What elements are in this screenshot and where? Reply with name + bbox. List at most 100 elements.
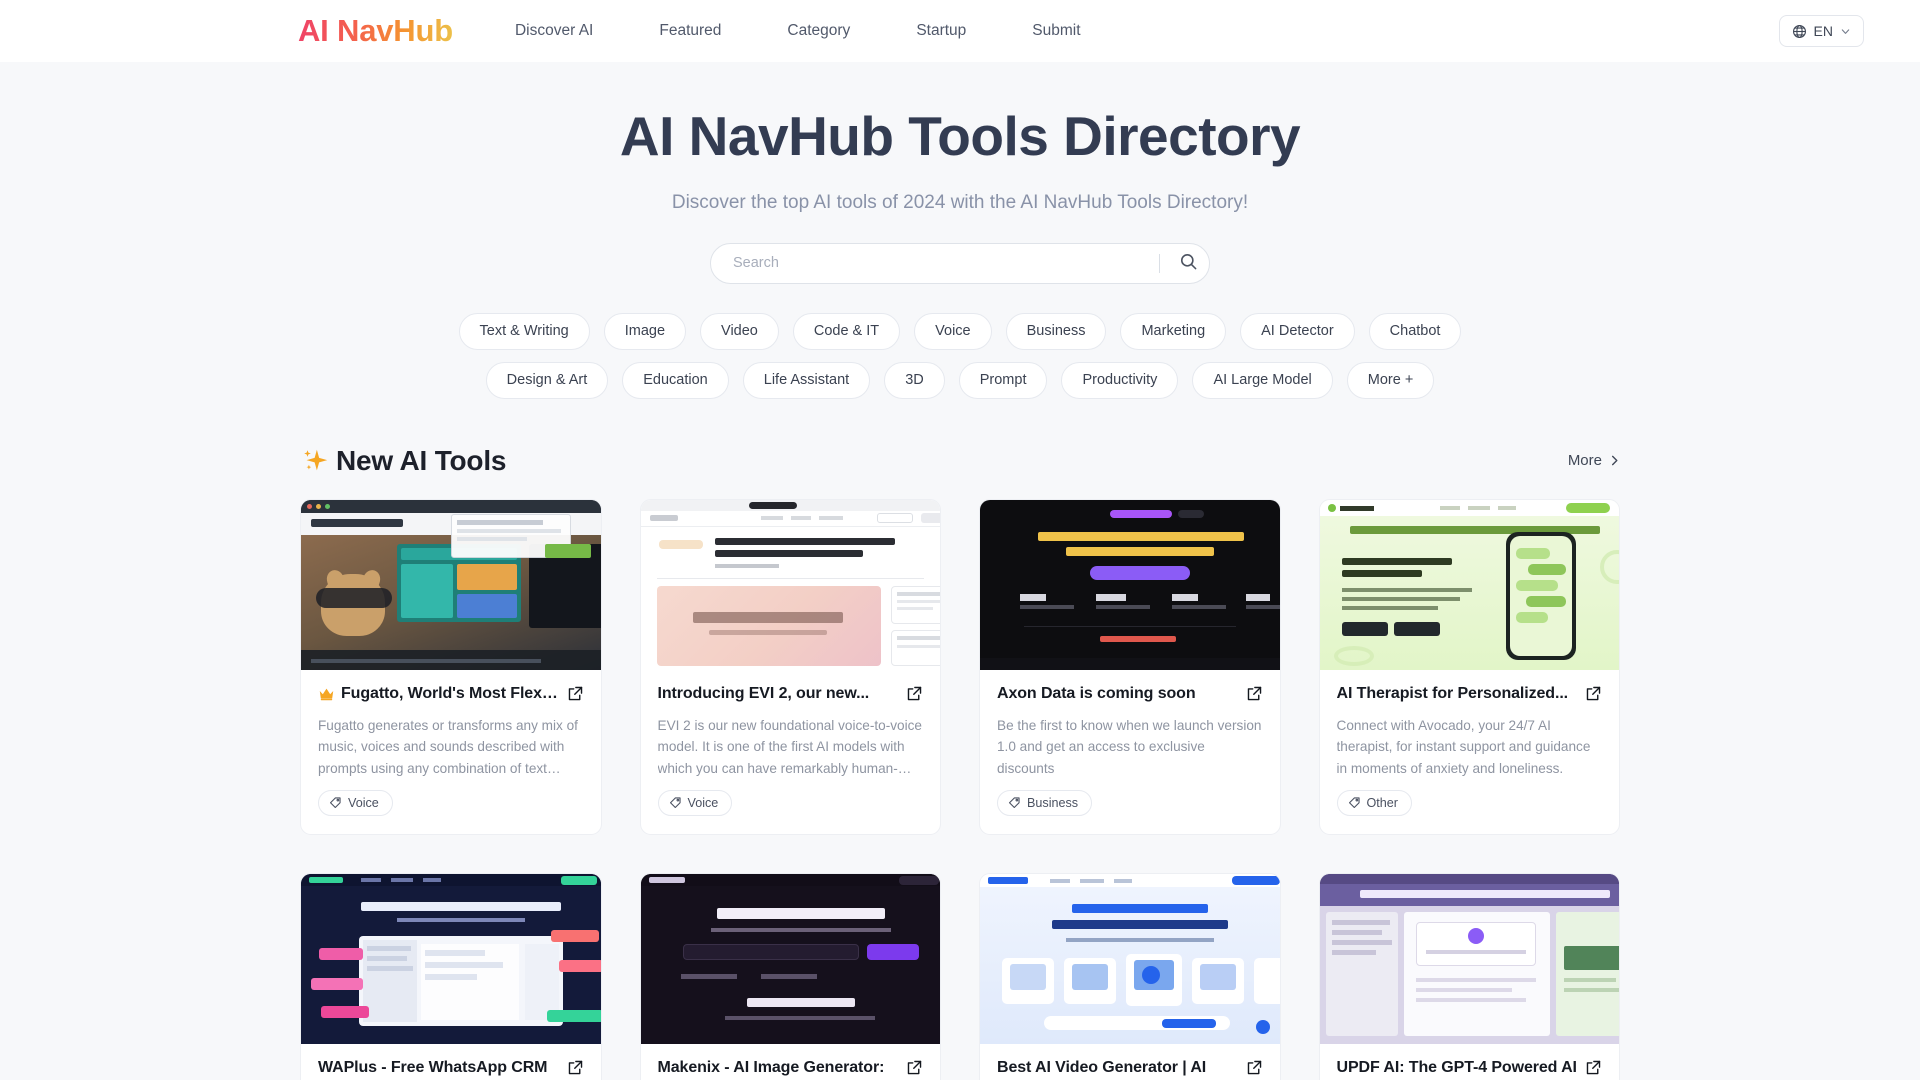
tool-card[interactable]: Introducing EVI 2, our new... EVI 2 is o… — [639, 498, 941, 835]
search-button[interactable] — [1173, 248, 1203, 278]
external-link-icon[interactable] — [1585, 685, 1602, 702]
category-chip-ai-large-model[interactable]: AI Large Model — [1192, 361, 1333, 399]
logo-text-navhub: NavHub — [337, 13, 453, 48]
category-chip-video[interactable]: Video — [700, 312, 779, 350]
tool-card-tags: Voice — [657, 789, 924, 816]
main-navigation: Discover AI Featured Category Startup Su… — [515, 14, 1081, 48]
tool-card-tags: Other — [1336, 789, 1603, 816]
category-chip-business[interactable]: Business — [1005, 312, 1107, 350]
tool-card[interactable]: WAPlus - Free WhatsApp CRM — [300, 872, 602, 1080]
logo[interactable]: AI NavHub — [298, 13, 453, 49]
tool-card-tag-label: Voice — [348, 795, 379, 810]
tool-card-tag[interactable]: Voice — [657, 789, 733, 816]
tool-card-title: UPDF AI: The GPT-4 Powered AI — [1336, 1058, 1577, 1076]
external-link-icon[interactable] — [906, 685, 923, 702]
tool-card[interactable]: Makenix - AI Image Generator: — [639, 872, 941, 1080]
tool-card-tag-label: Other — [1366, 795, 1399, 810]
new-ai-tools-section: New AI Tools More Fugatto, World's Most … — [300, 445, 1620, 1080]
tool-card-title-row: Makenix - AI Image Generator: — [658, 1059, 924, 1077]
category-chip-more[interactable]: More + — [1346, 361, 1435, 399]
nav-item-discover-ai[interactable]: Discover AI — [515, 14, 593, 48]
site-header: AI NavHub Discover AI Featured Category … — [0, 0, 1920, 62]
tool-card-tag[interactable]: Voice — [318, 789, 393, 816]
hero-subtitle: Discover the top AI tools of 2024 with t… — [671, 191, 1249, 213]
price-tag-icon — [669, 796, 682, 809]
tool-card-body: Introducing EVI 2, our new... EVI 2 is o… — [641, 670, 941, 834]
external-link-icon[interactable] — [1246, 685, 1263, 702]
tool-card-title-row: AI Therapist for Personalized... — [1337, 685, 1603, 703]
tool-thumbnail — [301, 873, 601, 1044]
tool-thumbnail — [640, 873, 940, 1044]
tool-card-tag-label: Voice — [687, 795, 719, 810]
search-divider — [1159, 253, 1160, 273]
tool-card[interactable]: Fugatto, World's Most Flexible... Fugatt… — [300, 498, 602, 835]
tool-card[interactable]: UPDF AI: The GPT-4 Powered AI — [1318, 872, 1620, 1080]
tool-card-title-row: WAPlus - Free WhatsApp CRM — [318, 1059, 584, 1077]
tool-card-body: Makenix - AI Image Generator: — [641, 1044, 941, 1080]
tool-card-body: UPDF AI: The GPT-4 Powered AI — [1320, 1044, 1620, 1080]
tool-thumbnail — [980, 499, 1280, 670]
tool-card-description: Be the first to know when we launch vers… — [997, 717, 1262, 776]
external-link-icon[interactable] — [567, 1059, 584, 1076]
tool-card-title-row: UPDF AI: The GPT-4 Powered AI — [1337, 1059, 1603, 1077]
hero-section: AI NavHub Tools Directory Discover the t… — [0, 62, 1920, 399]
tool-card-description: Fugatto generates or transforms any mix … — [318, 717, 578, 776]
search-bar[interactable] — [710, 242, 1210, 284]
tool-card-title: Fugatto, World's Most Flexible... — [341, 684, 561, 702]
price-tag-icon — [1348, 796, 1361, 809]
tool-card-grid-row-2: WAPlus - Free WhatsApp CRM Makenix - AI … — [300, 872, 1620, 1080]
globe-icon — [1792, 24, 1807, 39]
tool-thumbnail — [640, 499, 940, 670]
tool-card-body: WAPlus - Free WhatsApp CRM — [301, 1044, 601, 1080]
tool-card[interactable]: AI Therapist for Personalized... Connect… — [1318, 498, 1620, 835]
category-chip-design-art[interactable]: Design & Art — [485, 361, 609, 399]
category-chip-productivity[interactable]: Productivity — [1061, 361, 1179, 399]
category-chip-3d[interactable]: 3D — [884, 361, 945, 399]
tool-thumbnail — [301, 499, 601, 670]
tool-card-description: Connect with Avocado, your 24/7 AI thera… — [1336, 717, 1591, 776]
nav-item-featured[interactable]: Featured — [659, 14, 721, 48]
category-chip-code-it[interactable]: Code & IT — [792, 312, 901, 350]
chevron-right-icon — [1609, 455, 1620, 466]
category-chip-text-writing[interactable]: Text & Writing — [458, 312, 590, 350]
tool-card-title-row: Fugatto, World's Most Flexible... — [318, 685, 584, 703]
category-chip-voice[interactable]: Voice — [914, 312, 992, 350]
category-chip-life-assistant[interactable]: Life Assistant — [742, 361, 871, 399]
category-chip-prompt[interactable]: Prompt — [958, 361, 1048, 399]
external-link-icon[interactable] — [906, 1059, 923, 1076]
external-link-icon[interactable] — [1246, 1059, 1263, 1076]
nav-item-submit[interactable]: Submit — [1032, 14, 1080, 48]
tool-thumbnail — [1319, 499, 1619, 670]
more-label: More — [1567, 452, 1602, 470]
section-title-text: New AI Tools — [336, 444, 507, 476]
tool-card[interactable]: Axon Data is coming soon Be the first to… — [979, 498, 1281, 835]
nav-item-startup[interactable]: Startup — [916, 14, 966, 48]
tool-card-body: AI Therapist for Personalized... Connect… — [1320, 670, 1620, 834]
category-chip-marketing[interactable]: Marketing — [1120, 312, 1227, 350]
category-chip-ai-detector[interactable]: AI Detector — [1240, 312, 1355, 350]
tool-card-tags: Business — [997, 789, 1263, 816]
external-link-icon[interactable] — [1585, 1059, 1602, 1076]
tool-card-title: WAPlus - Free WhatsApp CRM — [318, 1058, 548, 1076]
external-link-icon[interactable] — [567, 685, 584, 702]
tool-card-body: Axon Data is coming soon Be the first to… — [980, 670, 1280, 834]
category-chip-education[interactable]: Education — [622, 361, 729, 399]
chevron-down-icon — [1840, 26, 1851, 37]
section-header: New AI Tools More — [300, 445, 1620, 477]
tool-card-body: Best AI Video Generator | AI — [980, 1044, 1280, 1080]
tool-card-tag-label: Business — [1027, 795, 1079, 810]
tool-card-title: Best AI Video Generator | AI — [997, 1058, 1207, 1076]
language-selector[interactable]: EN — [1778, 15, 1864, 47]
category-chip-image[interactable]: Image — [603, 312, 687, 350]
sparkle-icon — [300, 446, 330, 476]
section-more-link[interactable]: More — [1568, 452, 1620, 469]
tool-card[interactable]: Best AI Video Generator | AI — [979, 872, 1281, 1080]
nav-item-category[interactable]: Category — [787, 14, 850, 48]
tool-card-body: Fugatto, World's Most Flexible... Fugatt… — [301, 670, 601, 834]
logo-text-ai: AI — [298, 13, 329, 48]
category-filter-list: Text & Writing Image Video Code & IT Voi… — [400, 312, 1520, 399]
tool-card-tag[interactable]: Business — [997, 789, 1093, 816]
search-input[interactable] — [733, 255, 1153, 272]
tool-card-tag[interactable]: Other — [1336, 789, 1412, 816]
category-chip-chatbot[interactable]: Chatbot — [1368, 312, 1462, 350]
